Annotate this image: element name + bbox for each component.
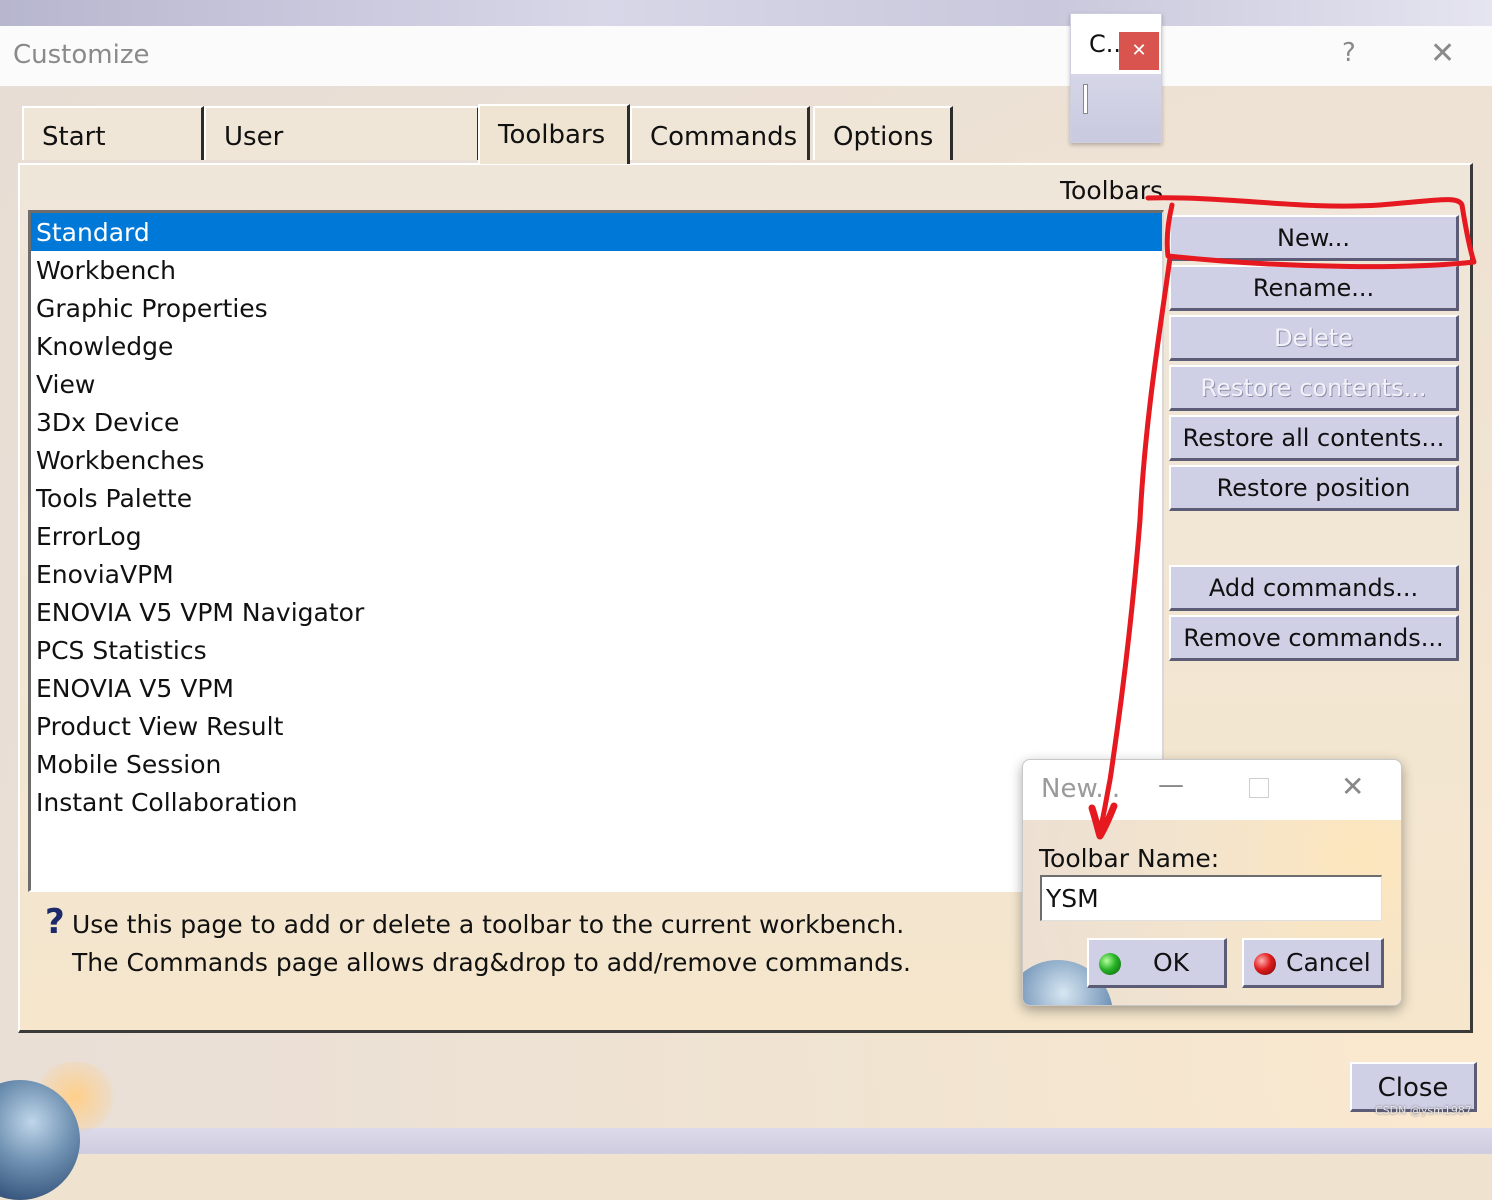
remove-commands-button[interactable]: Remove commands... [1169,615,1459,661]
ok-button[interactable]: OK [1087,938,1227,988]
new-dialog-close-icon[interactable]: ✕ [1341,770,1364,803]
list-item-instant-collaboration[interactable]: Instant Collaboration [31,783,1162,821]
toolbars-group-label: Toolbars [1060,176,1164,205]
delete-toolbar-button[interactable]: Delete [1169,315,1459,361]
new-dialog-title: New... [1041,774,1121,804]
new-toolbar-button[interactable]: New... [1169,215,1459,261]
tab-options[interactable]: Options [813,106,953,160]
toolbar-list[interactable]: Standard Workbench Graphic Properties Kn… [28,210,1164,892]
minimize-icon[interactable]: — [1158,770,1184,800]
tab-user-workbenches[interactable]: User Workbenches [204,106,480,210]
list-item-workbench[interactable]: Workbench [31,251,1162,289]
list-item-pcs-statistics[interactable]: PCS Statistics [31,631,1162,669]
window-title: Customize [13,40,150,70]
watermark: CSDN @ysm1987 [1375,1104,1472,1117]
new-toolbar-dialog: New... — ✕ Toolbar Name: OK Cancel [1022,759,1402,1006]
new-dialog-body: Toolbar Name: OK Cancel [1023,820,1401,1005]
list-item-workbenches[interactable]: Workbenches [31,441,1162,479]
list-item-enovia-v5-vpm-navigator[interactable]: ENOVIA V5 VPM Navigator [31,593,1162,631]
list-item-standard[interactable]: Standard [31,213,1162,251]
desktop-background-strip [0,0,1492,26]
tab-toolbars[interactable]: Toolbars [478,104,630,164]
add-commands-button[interactable]: Add commands... [1169,565,1459,611]
cancel-button[interactable]: Cancel [1242,938,1384,988]
list-item-product-view-result[interactable]: Product View Result [31,707,1162,745]
list-item-view[interactable]: View [31,365,1162,403]
customize-title-bar[interactable] [0,26,1492,86]
list-item-3dx-device[interactable]: 3Dx Device [31,403,1162,441]
tab-start-menu[interactable]: Start Menu [22,106,204,210]
help-question-icon: ? [45,902,65,942]
help-icon[interactable]: ? [1342,38,1356,68]
mini-window-close-icon[interactable]: ✕ [1119,32,1159,70]
ok-button-label: OK [1153,948,1190,977]
green-dot-icon [1099,953,1121,975]
list-item-enovia-v5-vpm[interactable]: ENOVIA V5 VPM [31,669,1162,707]
list-item-knowledge[interactable]: Knowledge [31,327,1162,365]
help-text-line-2: The Commands page allows drag&drop to ad… [72,948,911,977]
close-icon[interactable]: ✕ [1430,36,1455,71]
red-dot-icon [1254,953,1276,975]
cancel-button-label: Cancel [1286,948,1371,977]
restore-position-button[interactable]: Restore position [1169,465,1459,511]
toolbar-name-input[interactable] [1040,875,1382,921]
list-item-tools-palette[interactable]: Tools Palette [31,479,1162,517]
maximize-icon[interactable] [1249,778,1269,798]
help-text-line-1: Use this page to add or delete a toolbar… [72,910,905,939]
list-item-errorlog[interactable]: ErrorLog [31,517,1162,555]
list-item-graphic-properties[interactable]: Graphic Properties [31,289,1162,327]
list-item-enoviavpm[interactable]: EnoviaVPM [31,555,1162,593]
restore-all-contents-button[interactable]: Restore all contents... [1169,415,1459,461]
mini-window-handle[interactable] [1083,84,1088,114]
tab-commands[interactable]: Commands [630,106,810,160]
mini-window-title: C.. [1089,30,1122,58]
toolbar-name-label: Toolbar Name: [1039,844,1220,873]
list-item-mobile-session[interactable]: Mobile Session [31,745,1162,783]
mini-floating-window[interactable]: C.. ✕ [1070,13,1162,143]
rename-toolbar-button[interactable]: Rename... [1169,265,1459,311]
restore-contents-button[interactable]: Restore contents... [1169,365,1459,411]
